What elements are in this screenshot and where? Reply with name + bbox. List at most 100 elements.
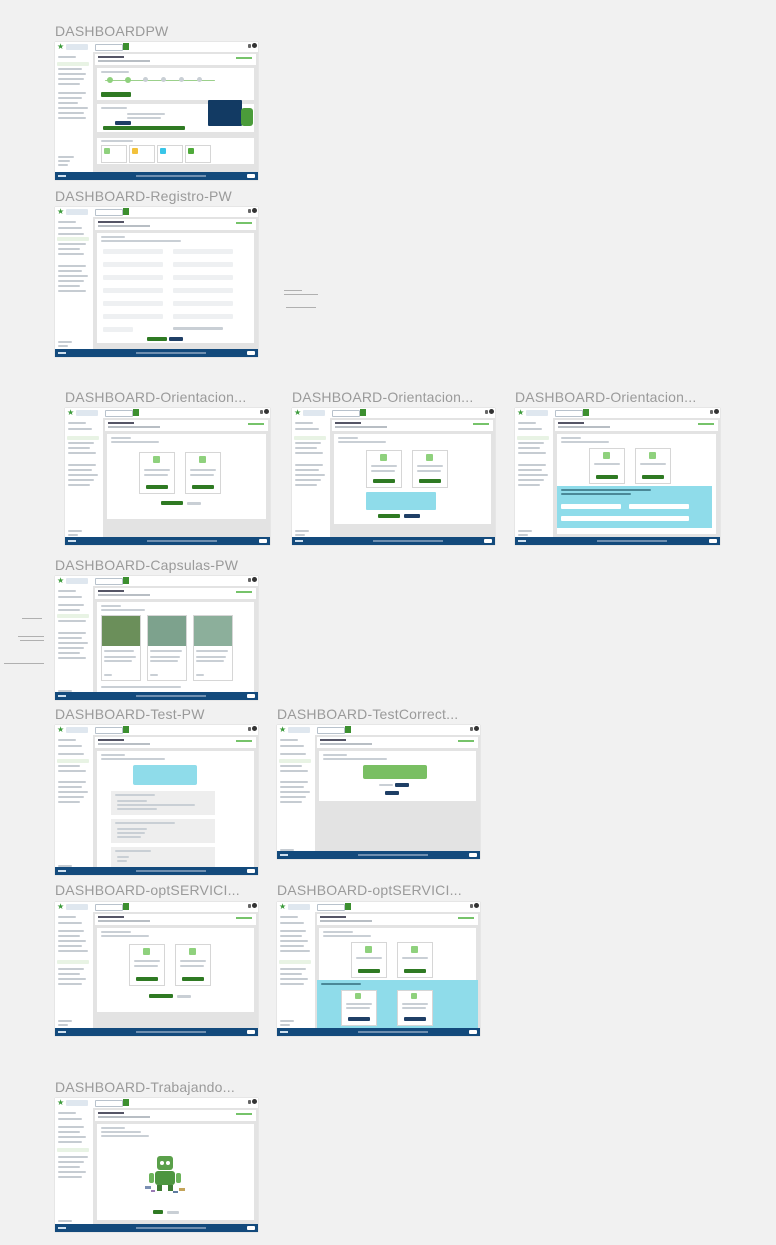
bell-icon[interactable]: [470, 727, 473, 731]
continue-button[interactable]: [149, 994, 173, 998]
bell-icon[interactable]: [470, 904, 473, 908]
bell-icon[interactable]: [248, 904, 251, 908]
frame-label-test[interactable]: DASHBOARD-Test-PW: [55, 706, 205, 722]
frame-trabajando[interactable]: ★: [55, 1098, 258, 1232]
frame-label-testcorrect[interactable]: DASHBOARD-TestCorrect...: [277, 706, 458, 722]
avatar[interactable]: [252, 577, 257, 582]
frame-label-registro[interactable]: DASHBOARD-Registro-PW: [55, 188, 232, 204]
option-card-1[interactable]: [366, 450, 402, 488]
sub-option-card-1[interactable]: [341, 990, 377, 1026]
page-header: [95, 54, 256, 65]
project-select[interactable]: [95, 44, 123, 51]
go-button[interactable]: [123, 1099, 129, 1106]
info-callout: [366, 492, 436, 510]
frame-testcorrect[interactable]: ★: [277, 725, 480, 859]
avatar[interactable]: [474, 726, 479, 731]
register-button[interactable]: [147, 337, 167, 341]
project-select[interactable]: [95, 1100, 123, 1107]
finish-button[interactable]: [385, 791, 399, 795]
continue-button[interactable]: [378, 514, 400, 518]
service-card-1[interactable]: [351, 942, 387, 978]
avatar[interactable]: [252, 1099, 257, 1104]
frame-test[interactable]: ★: [55, 725, 258, 875]
frame-label-orientacion-2[interactable]: DASHBOARD-Orientacion...: [292, 389, 473, 405]
bell-icon[interactable]: [485, 410, 488, 414]
frame-dashboard-pw[interactable]: ★: [55, 42, 258, 180]
go-button[interactable]: [123, 43, 129, 50]
frame-label-capsulas[interactable]: DASHBOARD-Capsulas-PW: [55, 557, 238, 573]
bell-icon[interactable]: [248, 44, 251, 48]
bell-icon[interactable]: [248, 578, 251, 582]
avatar[interactable]: [252, 903, 257, 908]
service-card-2[interactable]: [175, 944, 211, 986]
option-card-2[interactable]: [185, 452, 221, 494]
avatar[interactable]: [252, 43, 257, 48]
service-card-2[interactable]: [397, 942, 433, 978]
avatar[interactable]: [474, 903, 479, 908]
frame-label-opt-2[interactable]: DASHBOARD-optSERVICI...: [277, 882, 462, 898]
frame-opt-servicio-1[interactable]: ★: [55, 902, 258, 1036]
bell-icon[interactable]: [248, 1100, 251, 1104]
project-select[interactable]: [317, 904, 345, 911]
avatar[interactable]: [252, 208, 257, 213]
avatar[interactable]: [264, 409, 269, 414]
project-select[interactable]: [332, 410, 360, 417]
next-button[interactable]: [395, 783, 409, 787]
go-button[interactable]: [123, 903, 129, 910]
bell-icon[interactable]: [710, 410, 713, 414]
ok-button[interactable]: [153, 1210, 163, 1214]
option-card-2[interactable]: [635, 448, 671, 484]
frame-registro[interactable]: ★: [55, 207, 258, 357]
project-select[interactable]: [95, 209, 123, 216]
continue-button[interactable]: [101, 92, 131, 97]
frame-label-trabajando[interactable]: DASHBOARD-Trabajando...: [55, 1079, 235, 1095]
robot-mascot-icon: [145, 1156, 185, 1193]
capsule-card-2[interactable]: [147, 615, 187, 681]
sidebar-item-active[interactable]: [57, 62, 89, 66]
bell-icon[interactable]: [248, 209, 251, 213]
frame-orientacion-2[interactable]: ★: [292, 408, 495, 545]
frame-label-orientacion-1[interactable]: DASHBOARD-Orientacion...: [65, 389, 246, 405]
sub-option-card-2[interactable]: [397, 990, 433, 1026]
project-select[interactable]: [317, 727, 345, 734]
capsule-card-3[interactable]: [193, 615, 233, 681]
service-options-panel: [97, 928, 254, 1012]
start-button[interactable]: [103, 126, 185, 130]
save-button[interactable]: [169, 337, 183, 341]
go-button[interactable]: [123, 577, 129, 584]
go-button[interactable]: [133, 409, 139, 416]
frame-label-opt-1[interactable]: DASHBOARD-optSERVICI...: [55, 882, 240, 898]
option-card-1[interactable]: [589, 448, 625, 484]
go-button[interactable]: [360, 409, 366, 416]
go-button[interactable]: [583, 409, 589, 416]
go-button[interactable]: [345, 726, 351, 733]
service-card-1[interactable]: [129, 944, 165, 986]
avatar[interactable]: [252, 726, 257, 731]
bell-icon[interactable]: [260, 410, 263, 414]
avatar[interactable]: [489, 409, 494, 414]
frame-orientacion-1[interactable]: ★: [65, 408, 270, 545]
project-select[interactable]: [555, 410, 583, 417]
frame-label-orientacion-3[interactable]: DASHBOARD-Orientacion...: [515, 389, 696, 405]
frame-capsulas[interactable]: ★: [55, 576, 258, 700]
project-select[interactable]: [95, 904, 123, 911]
go-button[interactable]: [123, 726, 129, 733]
bell-icon[interactable]: [248, 727, 251, 731]
back-button[interactable]: [404, 514, 420, 518]
orientation-panel: [107, 434, 266, 519]
go-button[interactable]: [345, 903, 351, 910]
project-select[interactable]: [95, 727, 123, 734]
capsule-card-1[interactable]: [101, 615, 141, 681]
frame-opt-servicio-2[interactable]: ★: [277, 902, 480, 1036]
go-button[interactable]: [123, 208, 129, 215]
frame-orientacion-3[interactable]: ★: [515, 408, 720, 545]
info-button[interactable]: [115, 121, 131, 125]
continue-button[interactable]: [161, 501, 183, 505]
option-card-1[interactable]: [139, 452, 175, 494]
avatar[interactable]: [714, 409, 719, 414]
frame-label-dashboard-pw[interactable]: DASHBOARDPW: [55, 23, 168, 39]
project-select[interactable]: [95, 578, 123, 585]
capsules-panel: [97, 602, 254, 694]
option-card-2[interactable]: [412, 450, 448, 488]
project-select[interactable]: [105, 410, 133, 417]
